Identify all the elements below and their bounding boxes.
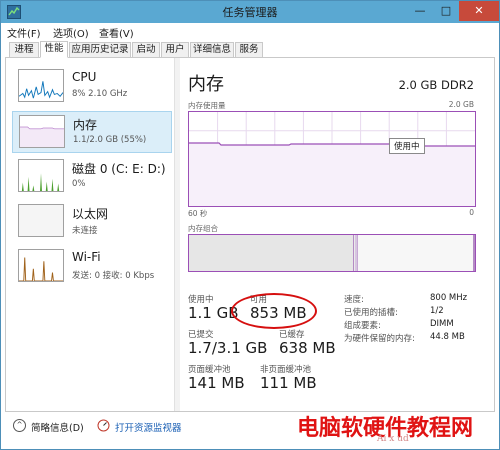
detail-slots-value: 1/2 — [430, 306, 444, 316]
sidebar-value-cpu: 8% 2.10 GHz — [72, 89, 128, 99]
memory-usage-plot — [189, 112, 475, 206]
sidebar-item-disk[interactable]: 磁盘 0 (C: E: D:) 0% — [12, 156, 172, 198]
tab-bar: 进程 性能 应用历史记录 启动 用户 详细信息 服务 — [5, 41, 495, 58]
sidebar-scrollbar[interactable] — [174, 58, 180, 411]
composition-label: 内存组合 — [188, 224, 218, 233]
sidebar-value-wifi: 发送: 0 接收: 0 Kbps — [72, 271, 155, 281]
graph-tooltip: 使用中 — [389, 138, 425, 154]
stat-cached-value: 638 MB — [279, 339, 336, 357]
stat-committed-value: 1.7/3.1 GB — [188, 339, 268, 357]
tab-performance[interactable]: 性能 — [40, 41, 68, 58]
fewer-details-link[interactable]: 简略信息(D) — [31, 420, 84, 434]
memory-usage-graph: 使用中 — [188, 111, 476, 207]
close-button[interactable]: ✕ — [459, 1, 499, 21]
graph-axis-right: 0 — [469, 208, 474, 217]
tab-startup[interactable]: 启动 — [132, 42, 160, 58]
detail-slots-label: 已使用的插槽: — [344, 308, 398, 318]
stat-paged-pool-value: 141 MB — [188, 374, 245, 392]
chevron-up-icon[interactable]: ^ — [13, 419, 26, 432]
cpu-thumbnail-graph — [18, 69, 64, 102]
memory-composition-bar — [188, 234, 476, 272]
sidebar-item-memory[interactable]: 内存 1.1/2.0 GB (55%) — [12, 111, 172, 153]
sidebar-item-wifi[interactable]: Wi-Fi 发送: 0 接收: 0 Kbps — [12, 246, 172, 288]
memory-thumbnail-graph — [19, 115, 65, 148]
sidebar-item-ethernet[interactable]: 以太网 未连接 — [12, 201, 172, 243]
tab-processes[interactable]: 进程 — [9, 42, 39, 58]
page-title: 内存 — [188, 74, 224, 95]
minimize-button[interactable]: — — [407, 1, 433, 21]
performance-panel: CPU 8% 2.10 GHz 内存 1.1/2.0 GB (55%) 磁盘 0… — [5, 58, 495, 412]
tab-services[interactable]: 服务 — [235, 42, 263, 58]
sidebar-value-ethernet: 未连接 — [72, 226, 98, 236]
detail-reserved-value: 44.8 MB — [430, 332, 465, 342]
menu-view[interactable]: 查看(V) — [99, 25, 134, 40]
tab-app-history[interactable]: 应用历史记录 — [69, 42, 131, 58]
composition-standby — [357, 235, 473, 271]
sidebar-label-cpu: CPU — [72, 70, 97, 84]
usage-graph-max: 2.0 GB — [448, 100, 474, 109]
watermark-logo: Ai x ud — [377, 434, 409, 444]
title-bar[interactable]: 任务管理器 — □ ✕ — [1, 1, 499, 23]
sidebar-value-disk: 0% — [72, 179, 86, 189]
detail-reserved-label: 为硬件保留的内存: — [344, 334, 415, 344]
detail-form-factor-value: DIMM — [430, 319, 454, 329]
memory-spec: 2.0 GB DDR2 — [398, 78, 474, 92]
ethernet-thumbnail-graph — [18, 204, 64, 237]
sidebar-label-disk: 磁盘 0 (C: E: D:) — [72, 162, 166, 176]
menu-file[interactable]: 文件(F) — [7, 25, 41, 40]
sidebar-item-cpu[interactable]: CPU 8% 2.10 GHz — [12, 66, 172, 108]
menu-bar: 文件(F) 选项(O) 查看(V) — [1, 23, 499, 41]
resource-sidebar: CPU 8% 2.10 GHz 内存 1.1/2.0 GB (55%) 磁盘 0… — [6, 58, 180, 411]
sidebar-label-wifi: Wi-Fi — [72, 250, 101, 264]
maximize-button[interactable]: □ — [433, 1, 459, 21]
detail-form-factor-label: 组成要素: — [344, 321, 381, 331]
stat-nonpaged-pool-value: 111 MB — [260, 374, 317, 392]
tab-users[interactable]: 用户 — [161, 42, 189, 58]
sidebar-value-memory: 1.1/2.0 GB (55%) — [73, 135, 147, 145]
highlight-ellipse — [231, 293, 317, 329]
menu-options[interactable]: 选项(O) — [53, 25, 89, 40]
composition-free — [473, 235, 475, 271]
detail-speed-label: 速度: — [344, 295, 364, 305]
composition-in-use — [189, 235, 354, 271]
wifi-thumbnail-graph — [18, 249, 64, 282]
sidebar-label-ethernet: 以太网 — [72, 207, 109, 221]
usage-graph-label: 内存使用量 — [188, 101, 226, 110]
disk-thumbnail-graph — [18, 159, 64, 192]
detail-speed-value: 800 MHz — [430, 293, 468, 303]
resource-monitor-icon — [97, 419, 110, 432]
graph-axis-left: 60 秒 — [188, 209, 208, 218]
sidebar-label-memory: 内存 — [73, 118, 98, 132]
tab-details[interactable]: 详细信息 — [190, 42, 234, 58]
open-resource-monitor-link[interactable]: 打开资源监视器 — [115, 420, 182, 434]
task-manager-window: 任务管理器 — □ ✕ 文件(F) 选项(O) 查看(V) 进程 性能 应用历史… — [0, 0, 500, 450]
